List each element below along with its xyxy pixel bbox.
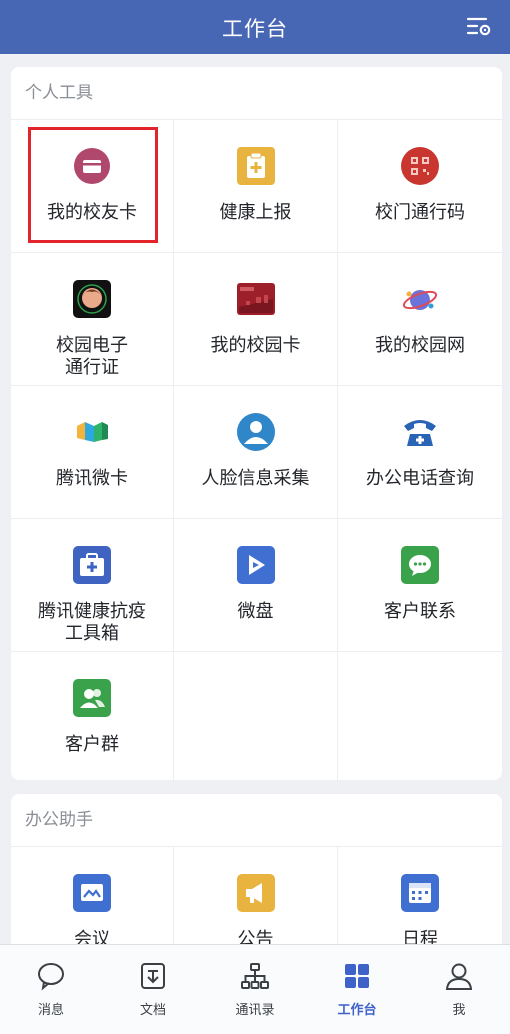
drive-icon [236,546,275,584]
highlight-box [28,127,158,243]
grid-icon [345,964,369,988]
tool-tencent-weika[interactable]: 腾讯微卡 [11,386,174,519]
section-title: 办公助手 [25,810,93,830]
tool-face-collect[interactable]: 人脸信息采集 [174,386,338,519]
weika-logo-icon [77,422,108,442]
list-settings-icon[interactable] [466,14,492,40]
tool-gate-code[interactable]: 校门通行码 [338,120,502,253]
megaphone-icon [236,874,275,912]
tab-messages[interactable]: 消息 [0,945,102,1034]
bottom-tab-bar: 消息 文档 通讯录 工作台 我 [0,944,510,1034]
avatar-pass-icon [73,280,111,318]
medical-kit-icon [73,546,111,584]
tool-customer-contact[interactable]: 客户联系 [338,519,502,652]
tab-label: 工作台 [337,1003,377,1018]
chat-bubble-icon [401,546,439,584]
tool-customer-group[interactable]: 客户群 [11,652,174,780]
face-person-icon [236,413,275,451]
tool-label: 腾讯微卡 [56,468,128,489]
meeting-icon [73,874,111,912]
clipboard-plus-icon [236,147,275,185]
document-icon [141,963,165,989]
tool-health-report[interactable]: 健康上报 [174,120,338,253]
empty-cell [338,652,502,780]
tab-contacts[interactable]: 通讯录 [204,945,306,1034]
tool-label: 客户联系 [384,601,456,622]
chat-icon [38,963,64,991]
tab-me[interactable]: 我 [408,945,510,1034]
person-icon [445,963,473,990]
qr-code-icon [401,147,439,185]
tool-label: 我的校园网 [375,335,465,356]
tool-label: 微盘 [237,601,274,622]
group-people-icon [73,679,111,717]
section-title: 个人工具 [25,83,93,103]
tool-campus-card[interactable]: 我的校园卡 [174,253,338,386]
tool-phone-query[interactable]: 办公电话查询 [338,386,502,519]
tool-health-toolbox[interactable]: 腾讯健康抗疫 工具箱 [11,519,174,652]
tool-label: 人脸信息采集 [201,468,310,489]
org-chart-icon [241,963,269,989]
tab-workbench[interactable]: 工作台 [306,945,408,1034]
campus-card-icon [236,283,275,315]
tab-label: 文档 [139,1003,166,1018]
tool-label: 办公电话查询 [366,468,474,489]
empty-cell [174,652,338,780]
tab-label: 我 [452,1003,466,1018]
tool-label: 我的校园卡 [210,335,301,356]
phone-search-icon [404,420,436,446]
tab-label: 通讯录 [235,1003,275,1018]
top-header: 工作台 [0,0,510,54]
tool-label: 腾讯健康抗疫 工具箱 [38,601,146,644]
tab-documents[interactable]: 文档 [102,945,204,1034]
network-globe-icon [402,290,438,310]
tool-label: 校门通行码 [375,202,465,223]
tool-campus-pass[interactable]: 校园电子 通行证 [11,253,174,386]
calendar-icon [401,874,439,912]
tab-label: 消息 [37,1003,64,1018]
tool-label: 校园电子 通行证 [56,335,128,378]
page-title: 工作台 [222,17,288,41]
tool-label: 健康上报 [219,202,292,223]
tool-weipan[interactable]: 微盘 [174,519,338,652]
tool-label: 客户群 [65,734,119,755]
tool-campus-network[interactable]: 我的校园网 [338,253,502,386]
